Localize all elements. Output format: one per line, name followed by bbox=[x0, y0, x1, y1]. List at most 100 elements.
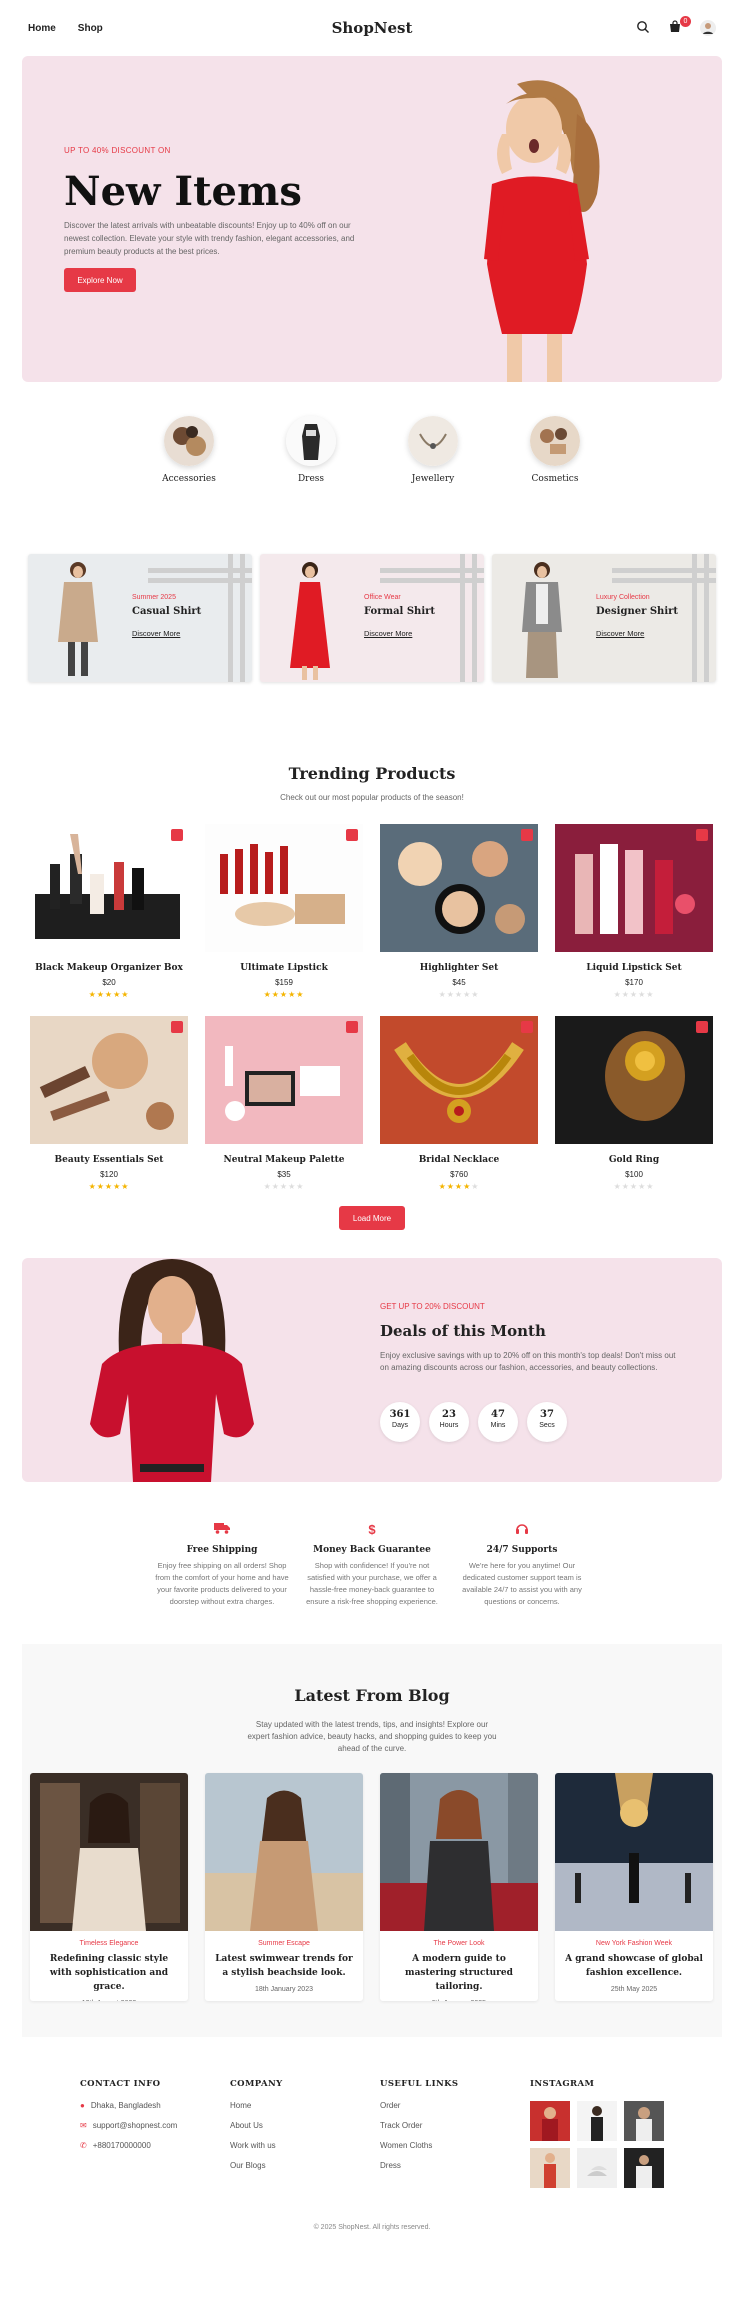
discover-more-link[interactable]: Discover More bbox=[132, 629, 180, 638]
product-card[interactable]: Beauty Essentials Set $120 ★★★★★ bbox=[30, 1016, 188, 1191]
category-accessories[interactable]: Accessories bbox=[160, 416, 218, 484]
product-image[interactable] bbox=[555, 1016, 713, 1144]
product-price: $100 bbox=[625, 1170, 643, 1179]
product-name[interactable]: Bridal Necklace bbox=[380, 1155, 538, 1165]
promo-banners: Summer 2025 Casual Shirt Discover More O… bbox=[28, 554, 716, 682]
blog-title[interactable]: Redefining classic style with sophistica… bbox=[30, 1952, 188, 1994]
add-to-cart-icon[interactable] bbox=[696, 829, 708, 841]
features-section: Free Shipping Enjoy free shipping on all… bbox=[0, 1522, 744, 1608]
promo-tag: Office Wear bbox=[364, 594, 401, 601]
instagram-photo[interactable] bbox=[530, 2148, 570, 2188]
blog-title[interactable]: Latest swimwear trends for a stylish bea… bbox=[205, 1952, 363, 1980]
feature-title: Free Shipping bbox=[186, 1545, 258, 1555]
blog-card[interactable]: New York Fashion Week A grand showcase of… bbox=[555, 1773, 713, 2001]
instagram-photo[interactable] bbox=[577, 2101, 617, 2141]
mail-icon: ✉ bbox=[80, 2121, 87, 2130]
blog-title[interactable]: A modern guide to mastering structured t… bbox=[380, 1952, 538, 1994]
product-grid: Black Makeup Organizer Box $20 ★★★★★ Ultima… bbox=[30, 824, 744, 1191]
product-name[interactable]: Gold Ring bbox=[555, 1155, 713, 1165]
product-name[interactable]: Black Makeup Organizer Box bbox=[30, 963, 188, 973]
product-card[interactable]: Ultimate Lipstick $159 ★★★★★ bbox=[205, 824, 363, 999]
blog-card[interactable]: Timeless Elegance Redefining classic styl… bbox=[30, 1773, 188, 2001]
product-name[interactable]: Neutral Makeup Palette bbox=[205, 1155, 363, 1165]
blog-title[interactable]: A grand showcase of global fashion excel… bbox=[555, 1952, 713, 1980]
add-to-cart-icon[interactable] bbox=[696, 1021, 708, 1033]
discover-more-link[interactable]: Discover More bbox=[364, 629, 412, 638]
blog-image[interactable] bbox=[555, 1773, 713, 1931]
explore-now-button[interactable]: Explore Now bbox=[64, 268, 136, 292]
contact-phone[interactable]: ✆ +880170000000 bbox=[80, 2141, 230, 2150]
product-rating: ★★★★★ bbox=[88, 990, 130, 999]
blog-date: 18th January 2023 bbox=[255, 1986, 313, 1993]
product-card[interactable]: Highlighter Set $45 ★★★★★ bbox=[380, 824, 538, 999]
jewellery-image bbox=[408, 416, 458, 466]
category-dress[interactable]: Dress bbox=[282, 416, 340, 484]
footer-link[interactable]: Work with us bbox=[230, 2141, 380, 2150]
footer-link[interactable]: Women Cloths bbox=[380, 2141, 530, 2150]
product-image[interactable] bbox=[30, 824, 188, 952]
product-image[interactable] bbox=[380, 1016, 538, 1144]
blog-card[interactable]: The Power Look A modern guide to masterin… bbox=[380, 1773, 538, 2001]
instagram-photo[interactable] bbox=[530, 2101, 570, 2141]
category-cosmetics[interactable]: Cosmetics bbox=[526, 416, 584, 484]
footer-link[interactable]: Dress bbox=[380, 2161, 530, 2170]
product-image[interactable] bbox=[30, 1016, 188, 1144]
blog-image[interactable] bbox=[205, 1773, 363, 1931]
add-to-cart-icon[interactable] bbox=[171, 1021, 183, 1033]
deal-description: Enjoy exclusive savings with up to 20% o… bbox=[380, 1351, 676, 1372]
cosmetics-image bbox=[530, 416, 580, 466]
footer-link[interactable]: About Us bbox=[230, 2121, 380, 2130]
product-price: $45 bbox=[452, 978, 466, 987]
add-to-cart-icon[interactable] bbox=[171, 829, 183, 841]
cart-icon[interactable]: 0 bbox=[668, 16, 691, 36]
discover-more-link[interactable]: Discover More bbox=[596, 629, 644, 638]
blog-image[interactable] bbox=[380, 1773, 538, 1931]
product-card[interactable]: Liquid Lipstick Set $170 ★★★★★ bbox=[555, 824, 713, 999]
instagram-photo[interactable] bbox=[624, 2148, 664, 2188]
category-label: Jewellery bbox=[411, 474, 455, 484]
search-icon[interactable] bbox=[636, 20, 652, 36]
product-card[interactable]: Neutral Makeup Palette $35 ★★★★★ bbox=[205, 1016, 363, 1191]
category-jewellery[interactable]: Jewellery bbox=[404, 416, 462, 484]
product-card[interactable]: Black Makeup Organizer Box $20 ★★★★★ bbox=[30, 824, 188, 999]
designer-model-image bbox=[522, 562, 562, 678]
promo-card-formal[interactable]: Office Wear Formal Shirt Discover More bbox=[260, 554, 484, 682]
product-image[interactable] bbox=[205, 824, 363, 952]
blog-subtitle: Stay updated with the latest trends, tip… bbox=[247, 1720, 497, 1753]
add-to-cart-icon[interactable] bbox=[346, 1021, 358, 1033]
product-image[interactable] bbox=[205, 1016, 363, 1144]
category-label: Accessories bbox=[162, 474, 216, 484]
product-name[interactable]: Ultimate Lipstick bbox=[205, 963, 363, 973]
instagram-photo[interactable] bbox=[577, 2148, 617, 2188]
promo-card-designer[interactable]: Luxury Collection Designer Shirt Discove… bbox=[492, 554, 716, 682]
product-card[interactable]: Bridal Necklace $760 ★★★★★ bbox=[380, 1016, 538, 1191]
instagram-photo[interactable] bbox=[624, 2101, 664, 2141]
product-name[interactable]: Highlighter Set bbox=[380, 963, 538, 973]
add-to-cart-icon[interactable] bbox=[521, 829, 533, 841]
footer-link[interactable]: Track Order bbox=[380, 2121, 530, 2130]
product-image[interactable] bbox=[380, 824, 538, 952]
promo-card-casual[interactable]: Summer 2025 Casual Shirt Discover More bbox=[28, 554, 252, 682]
product-name[interactable]: Liquid Lipstick Set bbox=[555, 963, 713, 973]
blog-image[interactable] bbox=[30, 1773, 188, 1931]
footer-link[interactable]: Home bbox=[230, 2101, 380, 2110]
nav-link-shop[interactable]: Shop bbox=[78, 23, 103, 34]
footer-link[interactable]: Order bbox=[380, 2101, 530, 2110]
load-more-button[interactable]: Load More bbox=[339, 1206, 405, 1230]
product-name[interactable]: Beauty Essentials Set bbox=[30, 1155, 188, 1165]
footer-link[interactable]: Our Blogs bbox=[230, 2161, 380, 2170]
logo[interactable]: ShopNest bbox=[332, 19, 413, 37]
hero-banner: UP TO 40% DISCOUNT ON New Items Discover… bbox=[22, 56, 722, 382]
nav-link-home[interactable]: Home bbox=[28, 23, 56, 34]
product-card[interactable]: Gold Ring $100 ★★★★★ bbox=[555, 1016, 713, 1191]
footer-useful-links: USEFUL LINKS Order Track Order Women Clo… bbox=[380, 2079, 530, 2188]
add-to-cart-icon[interactable] bbox=[521, 1021, 533, 1033]
add-to-cart-icon[interactable] bbox=[346, 829, 358, 841]
product-price: $120 bbox=[100, 1170, 118, 1179]
contact-email[interactable]: ✉ support@shopnest.com bbox=[80, 2121, 230, 2130]
product-image[interactable] bbox=[555, 824, 713, 952]
user-avatar-icon[interactable] bbox=[700, 20, 716, 36]
blog-card[interactable]: Summer Escape Latest swimwear trends for … bbox=[205, 1773, 363, 2001]
formal-model-image bbox=[290, 562, 330, 680]
promo-title: Formal Shirt bbox=[364, 606, 436, 617]
